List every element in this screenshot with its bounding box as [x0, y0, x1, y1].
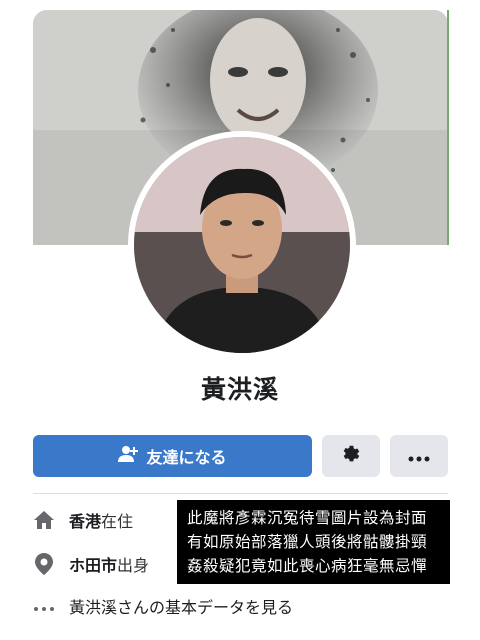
- ellipsis-icon: [408, 447, 430, 466]
- hometown-suffix: 出身: [117, 556, 150, 575]
- avatar-photo: [134, 137, 350, 353]
- caption-line-3: 姦殺疑犯竟如此喪心病狂毫無忌憚: [187, 557, 428, 575]
- person-add-icon: [118, 445, 139, 467]
- hometown-place[interactable]: ホ田市: [69, 556, 117, 575]
- see-about-info-link[interactable]: 黃洪溪さんの基本データを見る: [33, 592, 293, 620]
- settings-button[interactable]: [322, 435, 380, 477]
- profile-avatar[interactable]: [128, 131, 356, 359]
- hometown-row: ホ田市出身: [33, 548, 149, 580]
- lives-in-place[interactable]: 香港: [69, 512, 101, 531]
- cover-edge: [447, 10, 449, 245]
- home-icon: [33, 509, 55, 531]
- lives-in-row: 香港在住: [33, 504, 133, 536]
- add-friend-button[interactable]: 友達になる: [33, 435, 312, 477]
- lives-in-suffix: 在住: [101, 512, 134, 531]
- caption-overlay: 此魔將彥霖沉冤待雪圖片設為封面 有如原始部落獵人頭後將骷髏掛頸 姦殺疑犯竟如此喪…: [177, 500, 450, 584]
- see-about-info-label: 黃洪溪さんの基本データを見る: [69, 598, 294, 617]
- location-pin-icon: [33, 553, 55, 575]
- section-divider: [33, 493, 448, 494]
- more-options-button[interactable]: [390, 435, 448, 477]
- caption-line-2: 有如原始部落獵人頭後將骷髏掛頸: [187, 533, 428, 551]
- more-dots-icon: [33, 597, 55, 616]
- gear-icon: [340, 443, 362, 469]
- add-friend-label: 友達になる: [146, 448, 227, 467]
- caption-line-1: 此魔將彥霖沉冤待雪圖片設為封面: [187, 509, 428, 527]
- profile-name: 黃洪溪: [200, 375, 279, 404]
